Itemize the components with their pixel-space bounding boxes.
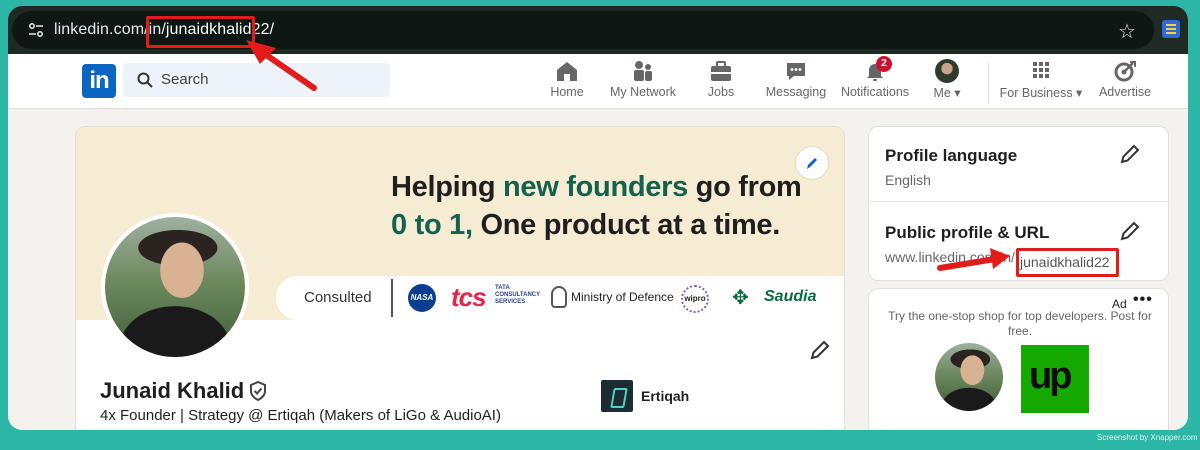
strip-divider xyxy=(391,279,393,317)
nav-my-network[interactable]: My Network xyxy=(607,59,679,105)
nav-label: Jobs xyxy=(707,85,735,99)
nav-for-business[interactable]: For Business ▾ xyxy=(999,59,1083,105)
banner-headline-line2: 0 to 1, One product at a time. xyxy=(391,209,780,242)
network-icon xyxy=(634,61,652,81)
nav-label: For Business ▾ xyxy=(999,86,1083,100)
public-profile-title: Public profile & URL xyxy=(885,223,1050,242)
extension-icon[interactable] xyxy=(1162,20,1180,38)
nav-home[interactable]: Home xyxy=(545,59,589,105)
home-icon xyxy=(557,62,577,81)
profile-name: Junaid Khalid xyxy=(100,378,245,403)
client-logos-strip: Consulted NASA tcs TATA CONSULTANCY SERV… xyxy=(276,276,844,320)
url-slug-highlight: junaidkhalid22 xyxy=(1016,248,1119,277)
crest-icon xyxy=(551,286,567,308)
search-input[interactable]: Search xyxy=(123,63,390,97)
advertise-icon xyxy=(1114,61,1136,82)
ad-card: Ad ••• Try the one-stop shop for top dev… xyxy=(868,288,1169,430)
site-info-icon[interactable] xyxy=(28,22,44,38)
profile-card: Helping new founders go from 0 to 1, One… xyxy=(75,126,845,430)
saudia-logo: Saudia xyxy=(764,288,817,305)
briefcase-icon xyxy=(711,61,731,81)
edit-profile-pencil-icon[interactable] xyxy=(809,339,831,361)
palm-icon: ✥ xyxy=(732,287,749,309)
ad-text: Try the one-stop shop for top developers… xyxy=(888,309,1152,338)
profile-headline: 4x Founder | Strategy @ Ertiqah (Makers … xyxy=(100,407,501,424)
nasa-logo: NASA xyxy=(408,284,436,312)
search-placeholder: Search xyxy=(161,71,209,88)
public-profile-url[interactable]: www.linkedin.com/in/ xyxy=(885,249,1015,265)
edit-url-pencil-icon[interactable] xyxy=(1119,220,1141,242)
edit-language-pencil-icon[interactable] xyxy=(1119,143,1141,165)
browser-window: linkedin.com/in/junaidkhalid22/ ☆ in Sea… xyxy=(8,6,1188,430)
search-icon xyxy=(137,72,153,88)
profile-photo[interactable] xyxy=(101,213,249,361)
headline-text: Helping xyxy=(391,171,503,203)
nav-label: Messaging xyxy=(765,85,827,99)
nav-label: Home xyxy=(550,85,584,99)
headline-accent: 0 to 1, xyxy=(391,209,473,241)
mod-logo: Ministry of Defence xyxy=(571,290,674,304)
nav-advertise[interactable]: Advertise xyxy=(1096,59,1154,105)
verified-shield-icon xyxy=(250,380,266,402)
headline-text: One product at a time. xyxy=(472,209,781,241)
notification-badge: 2 xyxy=(876,56,892,72)
company-logo xyxy=(601,380,633,412)
more-icon[interactable]: ••• xyxy=(1133,291,1153,309)
nav-messaging[interactable]: Messaging xyxy=(760,59,832,105)
profile-language-title: Profile language xyxy=(885,146,1018,165)
wipro-logo: wipro xyxy=(681,285,709,313)
grid-icon xyxy=(1033,62,1049,78)
url-slug: junaidkhalid22 xyxy=(1020,254,1110,270)
consulted-label: Consulted xyxy=(304,289,372,306)
headline-accent: new founders xyxy=(503,171,688,203)
avatar xyxy=(935,59,959,83)
watermark: Screenshot by Xnapper.com xyxy=(1097,433,1198,442)
upwork-logo-text: up xyxy=(1029,355,1072,397)
nav-label: Me ▾ xyxy=(933,86,961,100)
nav-jobs[interactable]: Jobs xyxy=(701,59,741,105)
star-icon[interactable]: ☆ xyxy=(1118,19,1136,44)
tcs-subtitle: TATA CONSULTANCY SERVICES xyxy=(495,285,540,305)
upwork-logo[interactable]: up xyxy=(1021,345,1089,413)
bell-icon: 2 xyxy=(862,56,892,83)
nav-me[interactable]: Me ▾ xyxy=(929,59,965,105)
tcs-logo: tcs xyxy=(451,282,487,312)
nav-label: My Network xyxy=(610,85,676,99)
ad-user-avatar xyxy=(935,343,1003,411)
company-name: Ertiqah xyxy=(641,388,690,404)
nav-divider xyxy=(988,62,989,104)
headline-text: go from xyxy=(687,171,802,203)
linkedin-logo[interactable]: in xyxy=(82,64,116,98)
divider xyxy=(869,201,1170,202)
profile-language-value: English xyxy=(885,172,931,188)
chat-icon xyxy=(787,63,805,80)
linkedin-nav: in Search Home My Network Jobs Messaging xyxy=(8,54,1188,109)
banner-headline-line1: Helping new founders go from xyxy=(391,171,802,204)
nav-label: Advertise xyxy=(1098,85,1152,99)
nav-notifications[interactable]: 2 Notifications xyxy=(835,56,915,105)
nav-label: Notifications xyxy=(840,85,910,99)
address-highlight-box xyxy=(146,16,255,48)
pencil-icon xyxy=(807,158,817,169)
